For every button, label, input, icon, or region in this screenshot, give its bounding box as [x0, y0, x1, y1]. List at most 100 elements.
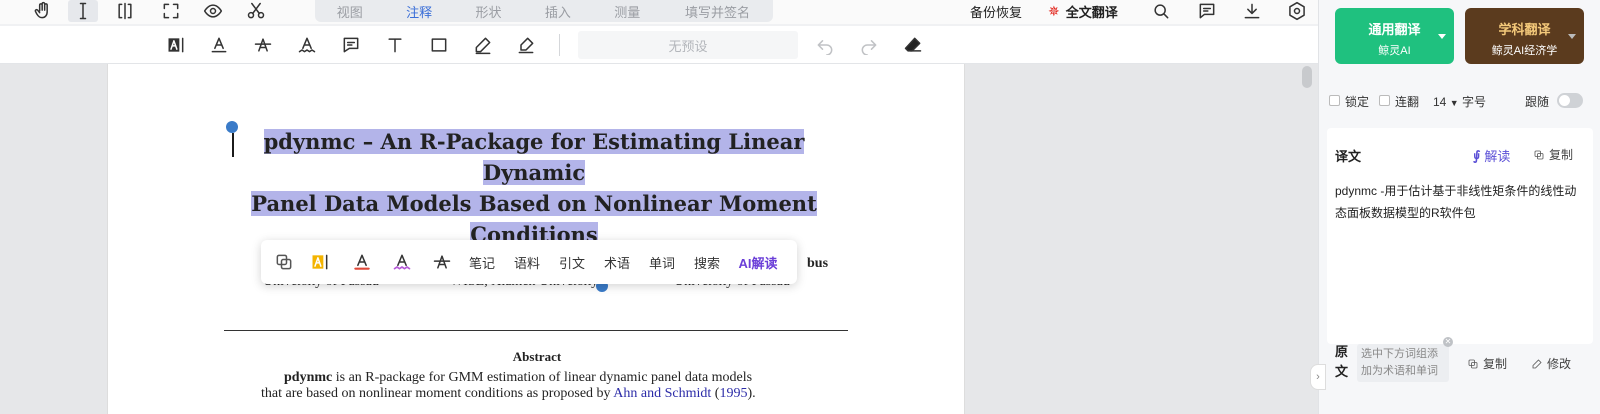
settings-icon[interactable] — [1282, 0, 1312, 22]
font-size-label: 字号 — [1461, 95, 1486, 109]
acrobat-icon: ✵ — [1048, 2, 1060, 19]
corpus-button[interactable]: 语料 — [509, 240, 545, 284]
text-select-icon[interactable] — [68, 0, 98, 22]
selection-start-handle[interactable] — [226, 121, 238, 133]
chevron-down-icon[interactable] — [1568, 34, 1576, 39]
translation-card: 译文 ⨚ 解读 复制 pdynmc -用于估计基于非线性矩条件的线性动态面板数据… — [1327, 128, 1593, 344]
copy-translation-button[interactable]: 复制 — [1533, 146, 1573, 163]
citation-close: ). — [747, 386, 756, 401]
eye-icon[interactable] — [198, 0, 228, 22]
search-button[interactable]: 搜索 — [689, 240, 725, 284]
copy-label: 复制 — [1549, 148, 1574, 162]
tab-fill-sign[interactable]: 填写并签名 — [662, 2, 773, 21]
translate-options: 锁定 连翻 14 ▼ 字号 跟随 — [1327, 92, 1589, 110]
word-button[interactable]: 单词 — [644, 240, 680, 284]
copy-original-label: 复制 — [1483, 357, 1508, 371]
backup-restore-button[interactable]: 备份恢复 — [970, 0, 1022, 22]
selection-toolbar: 笔记 语料 引文 术语 单词 搜索 AI解读 — [261, 240, 797, 284]
translation-text[interactable]: pdynmc -用于估计基于非线性矩条件的线性动态面板数据模型的R软件包 — [1335, 180, 1585, 224]
abstract-line-1-text: is an R-package for GMM estimation of li… — [332, 370, 753, 385]
general-translate-button[interactable]: 通用翻译 鲸灵AI — [1335, 8, 1454, 64]
text-comment-icon[interactable] — [338, 32, 364, 58]
chevron-down-icon[interactable] — [1438, 34, 1446, 39]
citation-link[interactable]: Ahn and Schmidt — [613, 386, 711, 401]
copy-original-button[interactable]: 复制 — [1467, 355, 1507, 372]
follow-toggle[interactable] — [1557, 93, 1583, 108]
abstract-line-2: that are based on nonlinear moment condi… — [261, 386, 821, 402]
collapse-panel-icon[interactable]: › — [1310, 364, 1326, 390]
follow-label: 跟随 — [1525, 95, 1550, 109]
ai-logo-icon: ⨚ — [1473, 147, 1481, 163]
cite-button[interactable]: 引文 — [554, 240, 590, 284]
ai-interpret-button[interactable]: AI解读 — [733, 240, 783, 284]
edit-original-button[interactable]: 修改 — [1531, 355, 1571, 372]
tab-measure[interactable]: 测量 — [593, 2, 662, 21]
term-button[interactable]: 术语 — [599, 240, 635, 284]
copy-icon — [1468, 359, 1478, 368]
comment-icon[interactable] — [1192, 0, 1222, 22]
marker-icon[interactable] — [513, 32, 539, 58]
title-line-1: pdynmc – An R-Package for Estimating Lin… — [263, 129, 805, 185]
squiggly-color-icon[interactable] — [385, 240, 419, 284]
rectangle-icon[interactable] — [426, 32, 452, 58]
top-toolbar: 视图 注释 形状 插入 测量 填写并签名 备份恢复 ✵ 全文翻译 — [0, 0, 1318, 24]
strikethrough-icon[interactable] — [425, 240, 459, 284]
selection-start-caret — [232, 133, 234, 157]
edit-label: 修改 — [1547, 357, 1572, 371]
interpret-label: 解读 — [1484, 149, 1511, 164]
underline-color-icon[interactable] — [345, 240, 379, 284]
search-icon[interactable] — [1146, 0, 1176, 22]
undo-icon[interactable] — [812, 32, 838, 58]
caret-down-icon: ▼ — [1449, 98, 1459, 108]
app-window: { "top_tabs": [ {"label": "视图", "active"… — [0, 0, 1600, 414]
term-hint-tooltip: 选中下方词组添 加为术语和单词 — [1357, 344, 1449, 382]
original-heading-char-2: 文 — [1335, 364, 1349, 379]
hand-tool-icon[interactable] — [28, 0, 58, 22]
underline-icon[interactable] — [206, 32, 232, 58]
download-icon[interactable] — [1237, 0, 1267, 22]
continuous-checkbox[interactable] — [1379, 95, 1390, 106]
copy-icon[interactable] — [269, 240, 299, 284]
title-line-2: Panel Data Models Based on Nonlinear Mom… — [251, 191, 817, 216]
text-box-icon[interactable] — [382, 32, 408, 58]
scissors-icon[interactable] — [241, 0, 271, 22]
close-hint-icon[interactable]: ✕ — [1443, 337, 1453, 347]
strikethrough-icon[interactable] — [250, 32, 276, 58]
hint-line-2: 加为术语和单词 — [1361, 365, 1438, 377]
redo-icon[interactable] — [856, 32, 882, 58]
lock-checkbox[interactable] — [1329, 95, 1340, 106]
annotation-toolbar: 无预设 — [0, 26, 1318, 64]
style-preset-select[interactable]: 无预设 — [578, 31, 798, 59]
subject-translate-title: 学科翻译 — [1498, 22, 1551, 37]
citation-year[interactable]: 1995 — [719, 386, 747, 401]
abstract-line-2-text: that are based on nonlinear moment condi… — [261, 386, 614, 401]
tab-insert[interactable]: 插入 — [523, 2, 592, 21]
toolbar-divider — [559, 34, 560, 56]
tab-shape[interactable]: 形状 — [454, 2, 523, 21]
fullscreen-icon[interactable] — [156, 0, 186, 22]
note-button[interactable]: 笔记 — [464, 240, 500, 284]
highlight-icon[interactable] — [303, 240, 337, 284]
copy-icon — [1534, 150, 1544, 159]
subject-translate-button[interactable]: 学科翻译 鲸灵AI经济学 — [1465, 8, 1584, 64]
highlight-text-icon[interactable] — [163, 32, 189, 58]
interpret-button[interactable]: ⨚ 解读 — [1473, 146, 1510, 165]
general-translate-title: 通用翻译 — [1368, 22, 1421, 37]
pencil-icon[interactable] — [470, 32, 496, 58]
lock-label: 锁定 — [1345, 95, 1370, 109]
vertical-scrollbar[interactable] — [1302, 66, 1312, 88]
full-translate-button[interactable]: ✵ 全文翻译 — [1048, 0, 1118, 22]
translation-heading: 译文 — [1335, 149, 1362, 164]
font-size-select[interactable]: 14 ▼ 字号 — [1433, 93, 1486, 110]
eraser-icon[interactable] — [900, 32, 926, 58]
paper-title[interactable]: pdynmc – An R-Package for Estimating Lin… — [234, 126, 834, 250]
hint-line-1: 选中下方词组添 — [1361, 348, 1438, 360]
subject-translate-engine: 鲸灵AI经济学 — [1491, 45, 1558, 57]
full-translate-label: 全文翻译 — [1065, 4, 1118, 20]
tab-annotate[interactable]: 注释 — [384, 2, 453, 21]
split-view-icon[interactable] — [110, 0, 140, 22]
tab-view[interactable]: 视图 — [315, 2, 384, 21]
original-heading-char-1: 原 — [1335, 344, 1349, 359]
squiggly-underline-icon[interactable] — [294, 32, 320, 58]
mode-tabs: 视图 注释 形状 插入 测量 填写并签名 — [315, 0, 773, 22]
